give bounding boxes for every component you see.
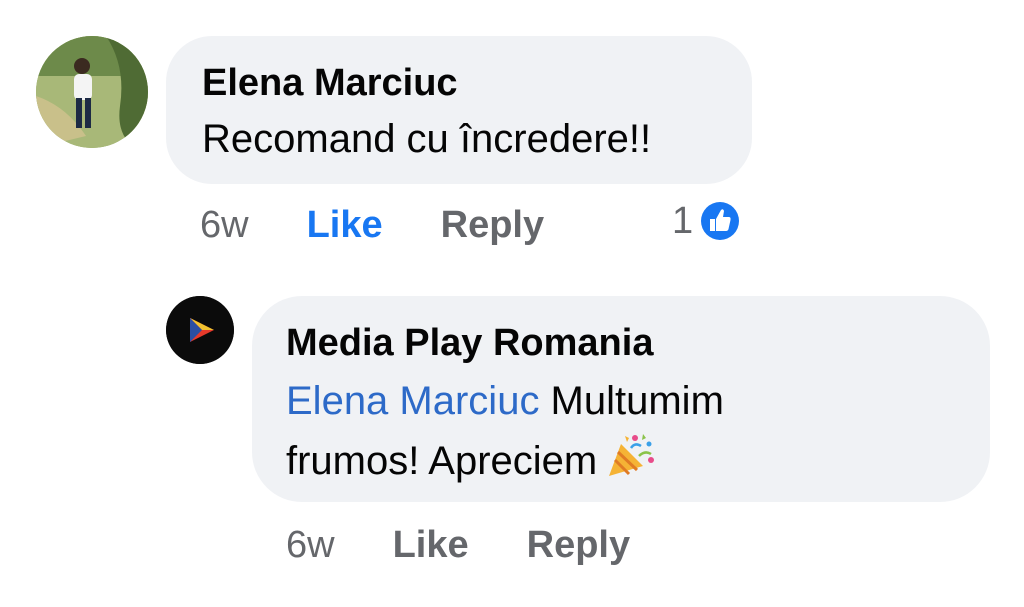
reply-button[interactable]: Reply <box>527 524 630 567</box>
reply-author[interactable]: Media Play Romania <box>286 322 653 365</box>
like-button[interactable]: Like <box>307 204 383 247</box>
avatar-media-play-romania[interactable] <box>166 296 234 364</box>
reply-timestamp[interactable]: 6w <box>286 524 335 567</box>
reply-actions: 6w Like Reply <box>286 524 688 567</box>
avatar-elena-marciuc[interactable] <box>36 36 148 148</box>
reply-text-part: frumos! Apreciem <box>286 439 598 483</box>
profile-photo <box>36 36 148 148</box>
comment-bubble: Elena Marciuc Recomand cu încredere!! <box>166 36 752 184</box>
reply-button[interactable]: Reply <box>441 204 544 247</box>
reply-text-line-2: frumos! Apreciem <box>286 430 724 490</box>
reaction-summary[interactable]: 1 <box>672 198 743 244</box>
thumbs-up-icon <box>698 199 743 243</box>
comment-actions: 6w Like Reply <box>200 204 602 247</box>
party-popper-icon <box>609 434 655 476</box>
comment-timestamp[interactable]: 6w <box>200 204 249 247</box>
reply-bubble: Media Play Romania Elena Marciuc Multumi… <box>252 296 990 502</box>
reaction-count: 1 <box>672 199 694 242</box>
reply-text-line-1: Elena Marciuc Multumim <box>286 372 724 430</box>
reply-text-part: Multumim <box>539 379 724 423</box>
mention-link[interactable]: Elena Marciuc <box>286 379 539 423</box>
comment-text: Recomand cu încredere!! <box>202 117 652 161</box>
media-play-logo <box>166 296 234 364</box>
reply-text: Elena Marciuc Multumim frumos! Apreciem <box>286 372 724 490</box>
like-button[interactable]: Like <box>393 524 469 567</box>
comment-author[interactable]: Elena Marciuc <box>202 62 458 105</box>
